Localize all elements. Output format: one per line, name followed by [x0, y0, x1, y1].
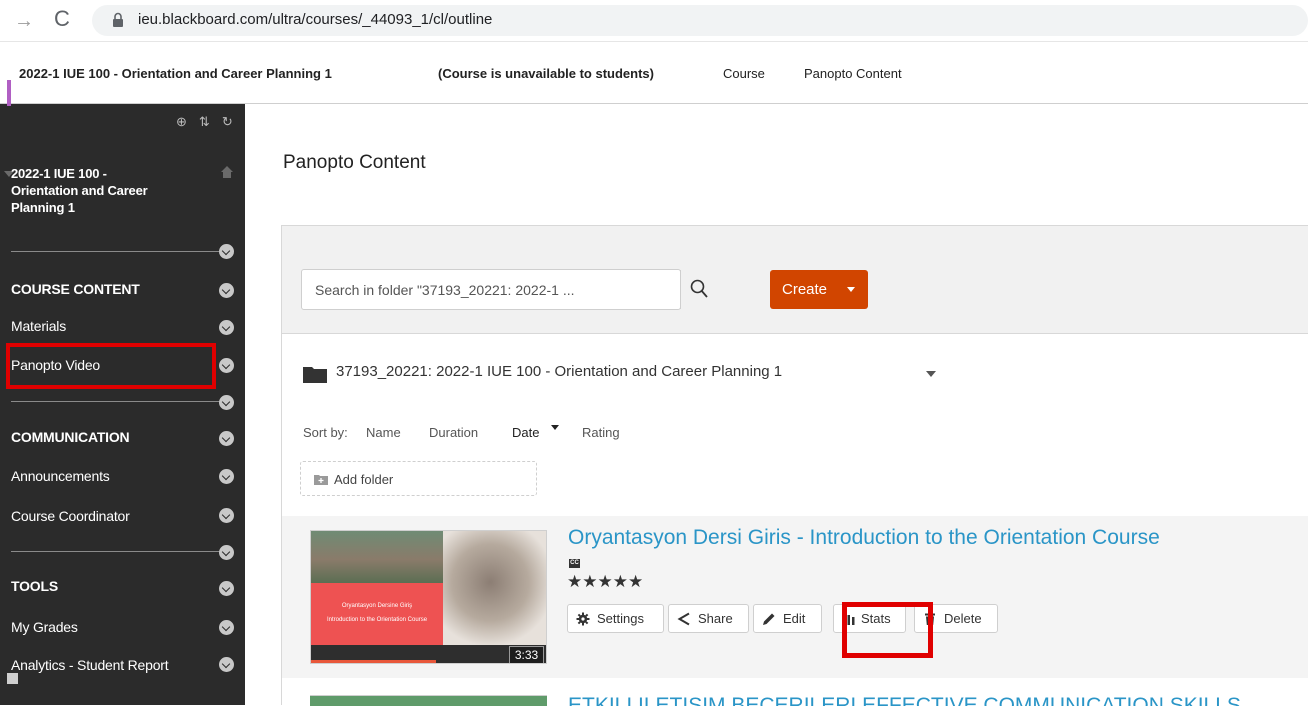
share-label: Share — [698, 611, 733, 626]
external-link-icon — [7, 673, 18, 684]
search-box — [301, 269, 708, 310]
reload-icon[interactable]: C — [54, 6, 70, 32]
course-title-line: Planning 1 — [11, 200, 75, 215]
create-button[interactable]: Create — [770, 270, 868, 309]
course-header: 2022-1 IUE 100 - Orientation and Career … — [0, 42, 1308, 104]
thumbnail-text: Oryantasyon Dersine Giriş — [341, 603, 413, 609]
search-input[interactable] — [302, 270, 679, 309]
browser-toolbar: → C ieu.blackboard.com/ultra/courses/_44… — [0, 0, 1308, 42]
panopto-panel: Create 37193_20221: 2022-1 IUE 100 - Ori… — [281, 225, 1308, 706]
course-title-line: 2022-1 IUE 100 - — [11, 166, 107, 181]
folder-icon — [303, 367, 327, 383]
expand-icon[interactable] — [219, 657, 234, 672]
search-icon[interactable] — [690, 279, 708, 299]
forward-arrow-icon[interactable]: → — [14, 10, 34, 33]
duration-badge: 3:33 — [509, 646, 544, 663]
add-folder-button[interactable]: Add folder — [300, 461, 537, 496]
sort-option-name[interactable]: Name — [366, 425, 401, 440]
sort-option-date[interactable]: Date — [512, 425, 539, 440]
caret-down-icon[interactable] — [926, 371, 936, 377]
breadcrumb-panopto-link[interactable]: Panopto Content — [804, 66, 902, 81]
stats-highlight-box — [842, 602, 933, 658]
sidebar-divider — [11, 251, 226, 252]
breadcrumb-course-link[interactable]: Course — [723, 66, 765, 81]
share-icon — [677, 612, 690, 626]
share-button[interactable]: Share — [668, 604, 749, 633]
sort-caret-down-icon — [551, 425, 559, 430]
session-thumbnail[interactable]: Oryantasyon Dersine Giriş Introduction t… — [310, 530, 547, 664]
expand-icon[interactable] — [219, 395, 234, 410]
expand-icon[interactable] — [219, 358, 234, 373]
lock-icon — [113, 12, 123, 27]
gear-icon — [576, 612, 590, 626]
sidebar-item-materials[interactable]: Materials — [11, 318, 66, 334]
add-menu-item-icon[interactable]: ⊕ — [176, 114, 187, 130]
closed-captions-icon: CC — [569, 559, 580, 568]
reorder-icon[interactable]: ⇅ — [199, 114, 210, 130]
course-title-line: Orientation and Career — [11, 183, 148, 198]
session-thumbnail[interactable] — [310, 695, 547, 706]
url-text[interactable]: ieu.blackboard.com/ultra/courses/_44093_… — [138, 11, 492, 28]
session-title-link[interactable]: Oryantasyon Dersi Giris - Introduction t… — [568, 526, 1160, 550]
expand-icon[interactable] — [219, 620, 234, 635]
expand-icon[interactable] — [219, 469, 234, 484]
sort-option-duration[interactable]: Duration — [429, 425, 478, 440]
sidebar-accent-bar — [7, 80, 11, 106]
folder-name: 37193_20221: 2022-1 IUE 100 - Orientatio… — [336, 363, 783, 380]
edit-button[interactable]: Edit — [753, 604, 822, 633]
course-title[interactable]: 2022-1 IUE 100 - Orientation and Career … — [19, 66, 332, 81]
expand-icon[interactable] — [219, 320, 234, 335]
sidebar-heading-course-content[interactable]: COURSE CONTENT — [11, 281, 140, 297]
pencil-icon — [763, 613, 775, 625]
session-title-link[interactable]: ETKILI ILETISIM BECERILERI EFFECTIVE COM… — [568, 694, 1241, 706]
folder-plus-icon — [314, 475, 328, 485]
panopto-video-highlight-box — [6, 343, 216, 389]
sort-option-rating[interactable]: Rating — [582, 425, 620, 440]
sidebar-heading-communication[interactable]: COMMUNICATION — [11, 429, 130, 445]
sort-label: Sort by: — [303, 425, 348, 440]
sidebar-item-announcements[interactable]: Announcements — [11, 468, 110, 484]
sidebar-item-my-grades[interactable]: My Grades — [11, 619, 78, 635]
add-folder-label: Add folder — [334, 472, 394, 487]
refresh-icon[interactable]: ↻ — [222, 114, 233, 130]
page-title: Panopto Content — [283, 152, 426, 173]
sidebar-item-analytics-student-report[interactable]: Analytics - Student Report — [11, 657, 169, 673]
sidebar-divider — [11, 551, 226, 552]
main-content: Panopto Content Create 37193_20221: 2022… — [245, 104, 1308, 706]
settings-label: Settings — [597, 611, 644, 626]
expand-icon[interactable] — [219, 508, 234, 523]
create-button-label: Create — [782, 281, 828, 298]
expand-icon[interactable] — [219, 244, 234, 259]
rating-stars[interactable]: ★★★★★ — [567, 572, 643, 592]
delete-label: Delete — [944, 611, 982, 626]
thumbnail-students-image — [443, 531, 546, 645]
sidebar-course-title[interactable]: 2022-1 IUE 100 - Orientation and Career … — [11, 165, 201, 216]
caret-down-icon — [847, 287, 855, 292]
search-divider — [680, 270, 681, 309]
expand-icon[interactable] — [219, 581, 234, 596]
settings-button[interactable]: Settings — [567, 604, 664, 633]
home-icon[interactable] — [220, 165, 234, 179]
sidebar-item-course-coordinator[interactable]: Course Coordinator — [11, 508, 130, 524]
thumbnail-campus-image — [311, 531, 443, 583]
thumbnail-text: Introduction to the Orientation Course — [326, 617, 428, 623]
watch-progress-bar — [311, 660, 436, 663]
edit-label: Edit — [783, 611, 806, 626]
sidebar-heading-tools[interactable]: TOOLS — [11, 578, 58, 594]
sidebar-divider — [11, 401, 226, 402]
expand-icon[interactable] — [219, 431, 234, 446]
thumbnail-title-banner: Oryantasyon Dersine Giriş Introduction t… — [311, 583, 443, 645]
session-row: Oryantasyon Dersine Giriş Introduction t… — [282, 516, 1308, 678]
expand-icon[interactable] — [219, 283, 234, 298]
panopto-toolbar: Create — [282, 226, 1308, 334]
address-bar[interactable]: ieu.blackboard.com/ultra/courses/_44093_… — [92, 5, 1308, 36]
expand-icon[interactable] — [219, 545, 234, 560]
session-divider — [282, 678, 1308, 679]
course-availability-status: (Course is unavailable to students) — [438, 66, 654, 81]
